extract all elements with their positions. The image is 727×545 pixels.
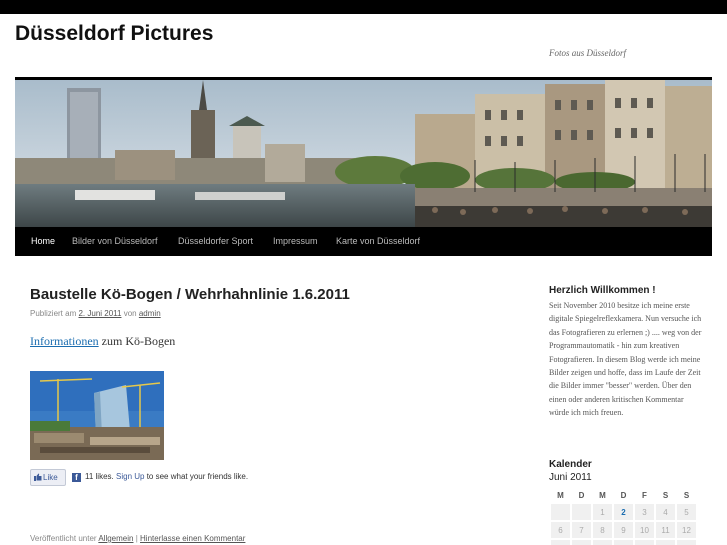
calendar-day: 9: [614, 522, 633, 538]
welcome-widget-text: Seit November 2010 besitze ich meine ers…: [549, 301, 702, 418]
calendar-day: 10: [635, 522, 654, 538]
nav-item-duesseldorfer-sport[interactable]: Düsseldorfer Sport: [178, 227, 253, 256]
calendar-day: 11: [656, 522, 675, 538]
post-date-link[interactable]: 2. Juni 2011: [78, 309, 121, 318]
weekday-label: D: [578, 490, 585, 500]
calendar-day: 16: [614, 540, 633, 545]
calendar-day: 18: [656, 540, 675, 545]
calendar-day: 14: [572, 540, 591, 545]
nav-item-karte-von-duesseldorf[interactable]: Karte von Düsseldorf: [336, 227, 420, 256]
likes-count: 11 likes.: [85, 472, 114, 481]
post-author-link[interactable]: admin: [139, 309, 161, 318]
nav-item-bilder-von-duesseldorf[interactable]: Bilder von Düsseldorf: [72, 227, 158, 256]
calendar-day: 7: [572, 522, 591, 538]
main-navigation: Home Bilder von Düsseldorf Düsseldorfer …: [15, 227, 712, 256]
facebook-icon: f: [72, 473, 81, 482]
weekday-label: M: [599, 490, 606, 500]
calendar-day: 4: [656, 504, 675, 520]
thumbs-up-icon: [34, 473, 42, 481]
calendar-day: 3: [635, 504, 654, 520]
calendar-week-row: 13 14 15 16 17 18 19: [551, 540, 696, 545]
weekday-label: D: [620, 490, 627, 500]
post-title[interactable]: Baustelle Kö-Bogen / Wehrhahnlinie 1.6.2…: [30, 286, 350, 303]
calendar-day-empty: [572, 504, 591, 520]
calendar-month: Juni 2011: [549, 472, 592, 483]
calendar-day: 12: [677, 522, 696, 538]
post-meta: Publiziert am 2. Juni 2011 von admin: [30, 309, 161, 318]
calendar-widget-title: Kalender: [549, 459, 592, 470]
post-construction-photo[interactable]: [30, 371, 164, 460]
calendar-day: 19: [677, 540, 696, 545]
post-body-text: zum Kö-Bogen: [101, 334, 176, 348]
signup-suffix: to see what your friends like.: [146, 472, 249, 481]
footer-separator: |: [135, 534, 138, 543]
post-meta-by: von: [123, 309, 137, 318]
header-banner-image: [15, 80, 712, 227]
facebook-like-button[interactable]: Like: [30, 469, 66, 486]
like-summary: 11 likes. Sign Up to see what your frien…: [85, 472, 248, 481]
calendar-day: 8: [593, 522, 612, 538]
calendar-day-empty: [551, 504, 570, 520]
top-bar-strip: [0, 0, 727, 14]
post-body: Informationen zum Kö-Bogen: [30, 334, 175, 349]
footer-prefix: Veröffentlicht unter: [30, 534, 97, 543]
calendar-week-row: 6 7 8 9 10 11 12: [551, 522, 696, 538]
site-description: Fotos aus Düsseldorf: [549, 48, 627, 58]
calendar-week-row: 1 2 3 4 5: [551, 504, 696, 520]
informationen-link[interactable]: Informationen: [30, 334, 99, 348]
category-link[interactable]: Allgemein: [98, 534, 133, 543]
weekday-label: M: [557, 490, 564, 500]
weekday-label: S: [662, 490, 669, 500]
leave-comment-link[interactable]: Hinterlasse einen Kommentar: [140, 534, 245, 543]
weekday-label: F: [642, 490, 647, 500]
site-title[interactable]: Düsseldorf Pictures: [15, 22, 213, 46]
nav-item-impressum[interactable]: Impressum: [273, 227, 318, 256]
calendar-day-link[interactable]: 2: [614, 504, 633, 520]
like-label: Like: [43, 473, 58, 482]
calendar-weekday-row: M D M D F S S: [551, 488, 696, 502]
post-meta-prefix: Publiziert am: [30, 309, 77, 318]
calendar-day: 6: [551, 522, 570, 538]
calendar-table: M D M D F S S 1 2 3 4 5 6 7 8 9 10 11 12: [549, 486, 698, 545]
welcome-widget-title: Herzlich Willkommen !: [549, 285, 656, 296]
calendar-day: 5: [677, 504, 696, 520]
calendar-day: 15: [593, 540, 612, 545]
signup-link[interactable]: Sign Up: [116, 472, 144, 481]
calendar-day: 1: [593, 504, 612, 520]
calendar-day: 17: [635, 540, 654, 545]
weekday-label: S: [683, 490, 690, 500]
nav-item-home[interactable]: Home: [31, 227, 55, 256]
post-footer: Veröffentlicht unter Allgemein | Hinterl…: [30, 534, 245, 543]
calendar-day: 13: [551, 540, 570, 545]
page: Düsseldorf Pictures Fotos aus Düsseldorf: [0, 0, 727, 545]
